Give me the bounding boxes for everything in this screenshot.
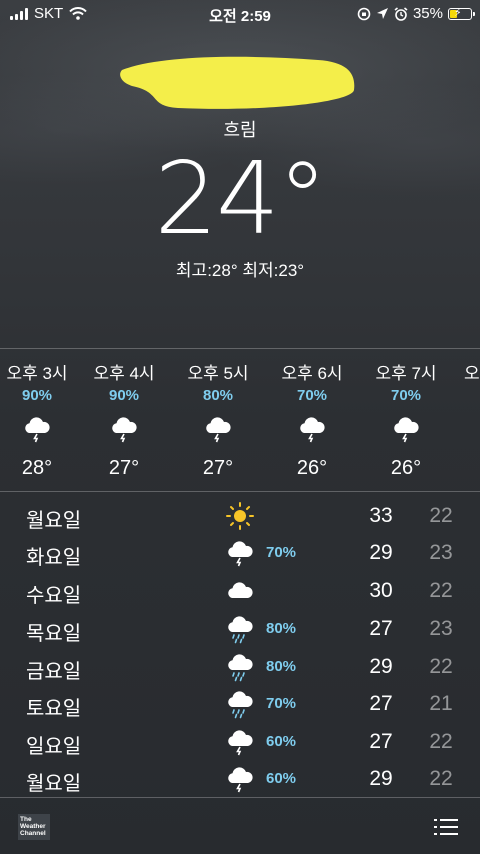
day-low: 22 (429, 767, 453, 790)
day-high: 29 (369, 655, 393, 678)
rain-icon (228, 616, 253, 644)
day-name: 월요일 (26, 510, 82, 532)
high-low-summary: 최고:28° 최저:23° (175, 261, 305, 280)
day-low: 23 (429, 541, 453, 564)
charging-bolt-icon: ⚡ (454, 6, 462, 19)
hourly-item: 오후 6시 70% 26° (265, 359, 359, 480)
hourly-item-partial: 오 (464, 359, 480, 384)
list-icon[interactable] (434, 818, 458, 836)
thunderstorm-icon (228, 541, 253, 567)
hourly-forecast[interactable]: 오후 3시 90% 28° 오후 4시 90% 27° 오후 5시 80% 27… (0, 348, 480, 492)
cloud-icon (228, 582, 253, 598)
day-precip-prob: 70% (266, 695, 297, 712)
day-name: 수요일 (26, 585, 82, 607)
thunderstorm-icon (77, 407, 171, 449)
rain-icon (228, 654, 253, 682)
sun-icon (226, 502, 254, 530)
hour-label: 오후 6시 (281, 364, 343, 383)
current-temperature: 24° (154, 140, 327, 257)
hour-temperature: 27° (202, 457, 234, 479)
day-low: 22 (429, 655, 453, 678)
hourly-item: 오후 3시 90% 28° (0, 359, 84, 480)
weather-screen: SKT 오전 2:59 35% ⚡ 흐림 24° 최고:28° 최저:23° 오… (0, 0, 480, 854)
battery-icon: ⚡ (448, 6, 475, 20)
hour-label: 오후 7시 (375, 364, 437, 383)
redacted-location-name (120, 56, 355, 109)
hour-temperature: 28° (21, 457, 53, 479)
day-precip-prob: 60% (266, 770, 297, 787)
daily-row: 월요일 33 22 (0, 498, 480, 535)
hour-precip-prob: 80% (202, 387, 234, 404)
day-high: 29 (369, 541, 393, 564)
hour-precip-prob: 90% (21, 387, 53, 404)
hour-precip-prob: 70% (296, 387, 328, 404)
day-name: 토요일 (26, 698, 82, 720)
weather-channel-logo[interactable]: The Weather Channel (18, 814, 50, 840)
day-name: 일요일 (26, 736, 82, 758)
daily-row: 목요일 80% 27 23 (0, 611, 480, 648)
day-low: 22 (429, 730, 453, 753)
orientation-lock-icon (357, 7, 371, 20)
hour-label: 오후 5시 (187, 364, 249, 383)
day-low: 22 (429, 579, 453, 602)
day-precip-prob: 80% (266, 620, 297, 637)
day-low: 23 (429, 617, 453, 640)
day-high: 27 (369, 617, 393, 640)
thunderstorm-icon (359, 407, 453, 449)
day-high: 27 (369, 730, 393, 753)
day-precip-prob: 60% (266, 733, 297, 750)
daily-row: 일요일 60% 27 22 (0, 724, 480, 761)
daily-row: 화요일 70% 29 23 (0, 535, 480, 572)
alarm-icon (394, 6, 408, 21)
hour-temperature: 26° (390, 457, 422, 479)
hour-precip-prob: 90% (108, 387, 140, 404)
day-name: 금요일 (26, 661, 82, 683)
day-precip-prob: 80% (266, 658, 297, 675)
daily-row: 토요일 70% 27 21 (0, 686, 480, 723)
hourly-item: 오후 7시 70% 26° (359, 359, 453, 480)
hour-label: 오후 4시 (93, 364, 155, 383)
thunderstorm-icon (228, 767, 253, 793)
day-high: 29 (369, 767, 393, 790)
day-name: 목요일 (26, 623, 82, 645)
daily-row: 월요일 60% 29 22 (0, 761, 480, 798)
thunderstorm-icon (171, 407, 265, 449)
hourly-item: 오후 4시 90% 27° (77, 359, 171, 480)
status-right: 35% ⚡ (357, 5, 475, 22)
rain-icon (228, 691, 253, 719)
hour-label: 오 (464, 364, 480, 383)
thunderstorm-icon (228, 730, 253, 756)
day-name: 화요일 (26, 547, 82, 569)
day-precip-prob: 70% (266, 544, 297, 561)
day-high: 33 (369, 504, 393, 527)
day-name: 월요일 (26, 773, 82, 795)
day-high: 27 (369, 692, 393, 715)
daily-row: 금요일 80% 29 22 (0, 649, 480, 686)
battery-percent: 35% (412, 5, 443, 22)
hourly-item: 오후 5시 80% 27° (171, 359, 265, 480)
hour-temperature: 26° (296, 457, 328, 479)
current-condition: 흐림 (223, 120, 257, 140)
status-bar: SKT 오전 2:59 35% ⚡ (0, 0, 480, 28)
day-low: 22 (429, 504, 453, 527)
location-icon (376, 8, 388, 19)
hour-label: 오후 3시 (6, 364, 68, 383)
bottom-bar: The Weather Channel (0, 798, 480, 854)
thunderstorm-icon (0, 407, 84, 449)
hour-temperature: 27° (108, 457, 140, 479)
thunderstorm-icon (265, 407, 359, 449)
day-low: 21 (429, 692, 453, 715)
daily-row: 수요일 30 22 (0, 573, 480, 610)
hour-precip-prob: 70% (390, 387, 422, 404)
day-high: 30 (369, 579, 393, 602)
